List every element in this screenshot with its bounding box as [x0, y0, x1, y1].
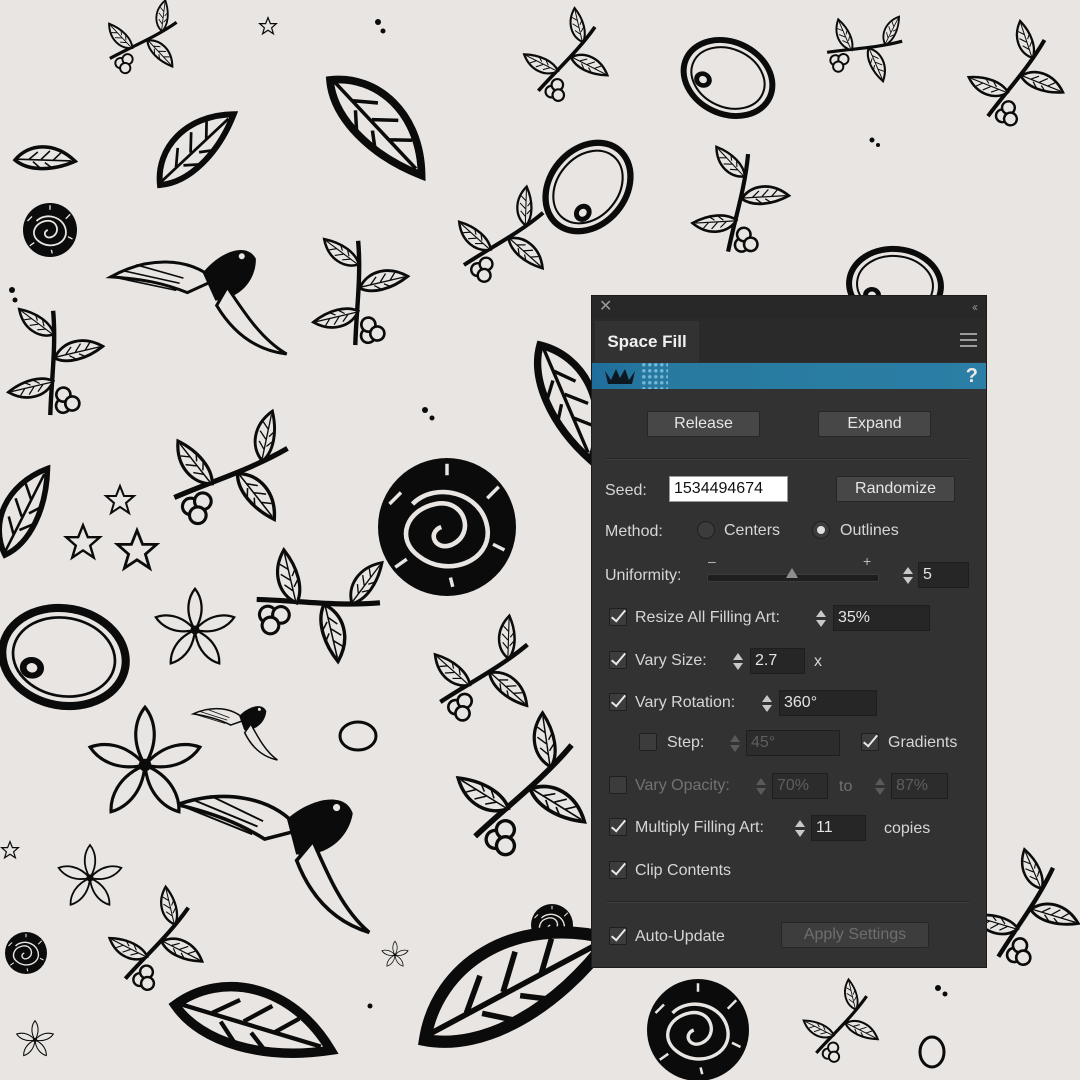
panel-tabstrip: Space Fill [592, 318, 986, 362]
vary-size-input[interactable]: 2.7 [750, 648, 805, 674]
clip-contents-checkbox[interactable] [609, 861, 627, 879]
divider [606, 458, 970, 460]
resize-stepper[interactable] [812, 605, 830, 631]
uniformity-minus: – [708, 553, 716, 569]
close-icon[interactable]: ✕ [599, 297, 612, 317]
banner-pattern [642, 363, 668, 389]
step-input[interactable]: 45° [746, 730, 840, 756]
step-label: Step: [667, 734, 705, 751]
multiply-input[interactable]: 11 [811, 815, 866, 841]
vary-rotation-input[interactable]: 360° [779, 690, 877, 716]
vary-size-stepper[interactable] [729, 648, 747, 674]
crown-icon [605, 369, 635, 384]
multiply-label: Multiply Filling Art: [635, 819, 764, 836]
apply-settings-button[interactable]: Apply Settings [781, 922, 929, 948]
panel-titlebar[interactable]: ✕ ‹‹ [592, 296, 986, 318]
multiply-suffix: copies [884, 820, 931, 837]
uniformity-plus: + [863, 553, 872, 569]
randomize-button[interactable]: Randomize [836, 476, 955, 502]
vary-size-checkbox[interactable] [609, 651, 627, 669]
vary-rotation-label: Vary Rotation: [635, 694, 736, 711]
vary-size-suffix: x [814, 653, 822, 670]
vary-opacity-checkbox[interactable] [609, 776, 627, 794]
seed-label: Seed: [605, 482, 647, 499]
expand-button[interactable]: Expand [818, 411, 931, 437]
resize-label: Resize All Filling Art: [635, 609, 780, 626]
vary-rotation-checkbox[interactable] [609, 693, 627, 711]
method-centers-radio[interactable] [697, 521, 715, 539]
auto-update-checkbox[interactable] [609, 927, 627, 945]
tab-space-fill[interactable]: Space Fill [595, 321, 699, 362]
gradients-label: Gradients [888, 734, 958, 751]
uniformity-label: Uniformity: [605, 567, 682, 584]
vary-rotation-stepper[interactable] [758, 690, 776, 716]
plugin-banner: ? [592, 363, 986, 389]
opacity-to-input[interactable]: 87% [891, 773, 948, 799]
vary-size-label: Vary Size: [635, 652, 707, 669]
method-label: Method: [605, 523, 663, 540]
method-centers-label: Centers [724, 522, 781, 539]
opacity-from-input[interactable]: 70% [772, 773, 828, 799]
opacity-to-label: to [839, 778, 853, 795]
opacity-to-stepper[interactable] [871, 773, 889, 799]
help-icon[interactable]: ? [966, 364, 978, 388]
step-stepper[interactable] [726, 730, 744, 756]
multiply-stepper[interactable] [791, 815, 809, 841]
step-checkbox[interactable] [639, 733, 657, 751]
release-button[interactable]: Release [647, 411, 760, 437]
gradients-checkbox[interactable] [861, 733, 879, 751]
resize-checkbox[interactable] [609, 608, 627, 626]
clip-contents-label: Clip Contents [635, 862, 732, 879]
vary-opacity-label: Vary Opacity: [635, 777, 730, 794]
uniformity-stepper[interactable] [899, 562, 917, 588]
collapse-icon[interactable]: ‹‹ [972, 298, 978, 316]
space-fill-panel: ✕ ‹‹ Space Fill ? Release Expand Seed: 1… [591, 295, 987, 968]
divider [606, 901, 970, 903]
method-outlines-radio[interactable] [812, 521, 830, 539]
method-outlines-label: Outlines [840, 522, 899, 539]
multiply-checkbox[interactable] [609, 818, 627, 836]
uniformity-input[interactable]: 5 [918, 562, 969, 588]
auto-update-label: Auto-Update [635, 928, 725, 945]
seed-input[interactable]: 1534494674 [669, 476, 788, 502]
uniformity-slider-thumb[interactable] [786, 568, 798, 578]
resize-input[interactable]: 35% [833, 605, 930, 631]
menu-icon[interactable] [960, 333, 977, 351]
opacity-from-stepper[interactable] [752, 773, 770, 799]
